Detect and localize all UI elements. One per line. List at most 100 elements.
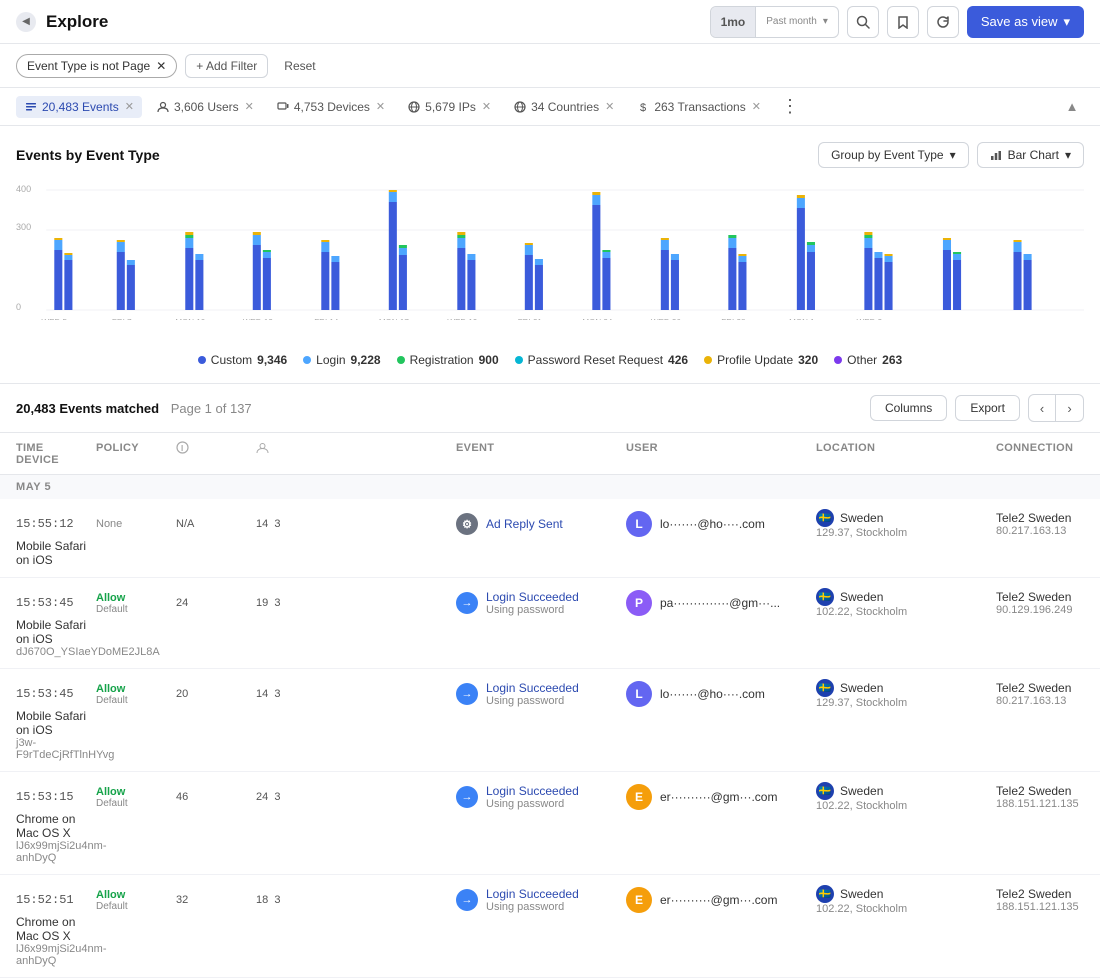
pagination-controls: ‹ › xyxy=(1028,394,1084,422)
table-row[interactable]: 15:53:45 Allow Default 20 14 3 → Login S… xyxy=(0,669,1100,772)
col-user: USER xyxy=(626,441,816,454)
cell-time: 15:52:51 xyxy=(16,893,96,907)
stat-chip-countries[interactable]: 34 Countries ✕ xyxy=(505,96,622,118)
globe2-icon xyxy=(513,100,527,114)
cell-device: Mobile Safari on iOS dJ670O_YSIaeYDoME2J… xyxy=(16,618,96,658)
cell-n2: 24 3 xyxy=(256,791,456,803)
time-selector[interactable]: 1mo Past month ▾ xyxy=(710,6,839,38)
stat-users-remove[interactable]: ✕ xyxy=(245,100,254,113)
table-row[interactable]: 15:53:45 Allow Default 24 19 3 → Login S… xyxy=(0,578,1100,669)
search-icon-btn[interactable] xyxy=(847,6,879,38)
cell-event: ⚙ Ad Reply Sent xyxy=(456,513,626,535)
svg-text:400: 400 xyxy=(16,184,31,194)
user-avatar: P xyxy=(626,590,652,616)
cell-policy: Allow Default xyxy=(96,592,176,615)
columns-button[interactable]: Columns xyxy=(870,395,947,421)
stat-transactions-remove[interactable]: ✕ xyxy=(752,100,761,113)
cell-user: E er··········@gm···.com xyxy=(626,887,816,913)
cell-connection: Tele2 Sweden 80.217.163.13 xyxy=(996,511,1084,537)
legend-password-reset[interactable]: Password Reset Request 426 xyxy=(515,353,688,367)
stat-devices-remove[interactable]: ✕ xyxy=(376,100,385,113)
collapse-stats-button[interactable]: ▲ xyxy=(1060,95,1084,119)
chart-section: Events by Event Type Group by Event Type… xyxy=(0,126,1100,384)
cell-time: 15:53:15 xyxy=(16,790,96,804)
cell-n1: 20 xyxy=(176,688,256,700)
flag-icon: 🇸🇪 xyxy=(816,885,834,903)
cell-policy: None xyxy=(96,518,176,530)
col-icon1: i xyxy=(176,441,256,454)
cell-n1: 24 xyxy=(176,597,256,609)
table-row[interactable]: 15:53:15 Allow Default 46 24 3 → Login S… xyxy=(0,772,1100,875)
legend-profile-dot xyxy=(704,356,712,364)
device-icon xyxy=(276,100,290,114)
refresh-icon-btn[interactable] xyxy=(927,6,959,38)
event-type-icon: ⚙ xyxy=(456,513,478,535)
col-device: DEVICE xyxy=(16,454,96,466)
date-group-row: MAY 5 xyxy=(0,475,1100,499)
cell-location: 🇸🇪 Sweden 102.22, Stockholm xyxy=(816,782,996,812)
filter-chip-remove[interactable]: ✕ xyxy=(156,59,166,73)
user-avatar: L xyxy=(626,511,652,537)
stat-chip-transactions[interactable]: $ 263 Transactions ✕ xyxy=(628,96,769,118)
stat-ips-remove[interactable]: ✕ xyxy=(482,100,491,113)
cell-location: 🇸🇪 Sweden 129.37, Stockholm xyxy=(816,509,996,539)
svg-text:FRI 21: FRI 21 xyxy=(518,318,543,320)
add-filter-button[interactable]: + Add Filter xyxy=(185,54,268,78)
legend-login[interactable]: Login 9,228 xyxy=(303,353,380,367)
col-event: EVENT xyxy=(456,441,626,454)
event-type-icon: → xyxy=(456,889,478,911)
reset-button[interactable]: Reset xyxy=(276,55,323,77)
cell-device: Chrome on Mac OS X lJ6x99mjSi2u4nm-anhDy… xyxy=(16,812,96,864)
col-connection: CONNECTION xyxy=(996,441,1084,454)
event-type-icon: → xyxy=(456,592,478,614)
legend-custom[interactable]: Custom 9,346 xyxy=(198,353,287,367)
cell-connection: Tele2 Sweden 188.151.121.135 xyxy=(996,784,1084,810)
person-icon xyxy=(156,100,170,114)
save-view-button[interactable]: Save as view ▾ xyxy=(967,6,1084,38)
table-row[interactable]: 15:55:12 None N/A 14 3 ⚙ Ad Reply Sent L… xyxy=(0,499,1100,578)
cell-policy: Allow Default xyxy=(96,786,176,809)
time-tag: 1mo xyxy=(711,7,757,37)
chart-type-button[interactable]: Bar Chart ▾ xyxy=(977,142,1084,168)
stat-chip-users[interactable]: 3,606 Users ✕ xyxy=(148,96,262,118)
cell-n2: 19 3 xyxy=(256,597,456,609)
svg-text:FRI 28: FRI 28 xyxy=(721,318,746,320)
stat-chip-events[interactable]: 20,483 Events ✕ xyxy=(16,96,142,118)
table-row[interactable]: 15:52:51 Allow Default 32 18 3 → Login S… xyxy=(0,875,1100,978)
col-policy: POLICY xyxy=(96,441,176,454)
bookmark-icon-btn[interactable] xyxy=(887,6,919,38)
events-count: 20,483 Events matched Page 1 of 137 xyxy=(16,401,870,416)
more-stats-button[interactable]: ⋮ xyxy=(775,94,805,119)
stat-countries-remove[interactable]: ✕ xyxy=(605,100,614,113)
events-section: 20,483 Events matched Page 1 of 137 Colu… xyxy=(0,384,1100,978)
legend-login-dot xyxy=(303,356,311,364)
col-icon2 xyxy=(256,441,456,454)
legend-other[interactable]: Other 263 xyxy=(834,353,902,367)
stat-events-remove[interactable]: ✕ xyxy=(125,100,134,113)
globe-icon xyxy=(407,100,421,114)
stat-chip-ips[interactable]: 5,679 IPs ✕ xyxy=(399,96,499,118)
cell-user: P pa··············@gm···... xyxy=(626,590,816,616)
cell-policy: Allow Default xyxy=(96,889,176,912)
svg-text:MON 10: MON 10 xyxy=(175,318,205,320)
svg-text:$: $ xyxy=(640,102,646,114)
events-header: 20,483 Events matched Page 1 of 137 Colu… xyxy=(0,384,1100,433)
group-by-button[interactable]: Group by Event Type ▾ xyxy=(818,142,969,168)
time-value: Past month ▾ xyxy=(756,16,838,27)
chart-title: Events by Event Type xyxy=(16,147,818,163)
cell-location: 🇸🇪 Sweden 102.22, Stockholm xyxy=(816,588,996,618)
legend-registration[interactable]: Registration 900 xyxy=(397,353,499,367)
legend-profile-update[interactable]: Profile Update 320 xyxy=(704,353,818,367)
page-title: Explore xyxy=(46,12,710,32)
user-avatar: E xyxy=(626,887,652,913)
cell-event: → Login Succeeded Using password xyxy=(456,887,626,913)
flag-icon: 🇸🇪 xyxy=(816,679,834,697)
stat-chip-devices[interactable]: 4,753 Devices ✕ xyxy=(268,96,393,118)
svg-text:i: i xyxy=(181,444,184,453)
prev-page-button[interactable]: ‹ xyxy=(1028,394,1056,422)
event-type-filter-chip[interactable]: Event Type is not Page ✕ xyxy=(16,54,177,78)
legend-custom-dot xyxy=(198,356,206,364)
export-button[interactable]: Export xyxy=(955,395,1020,421)
next-page-button[interactable]: › xyxy=(1056,394,1084,422)
cell-connection: Tele2 Sweden 188.151.121.135 xyxy=(996,887,1084,913)
